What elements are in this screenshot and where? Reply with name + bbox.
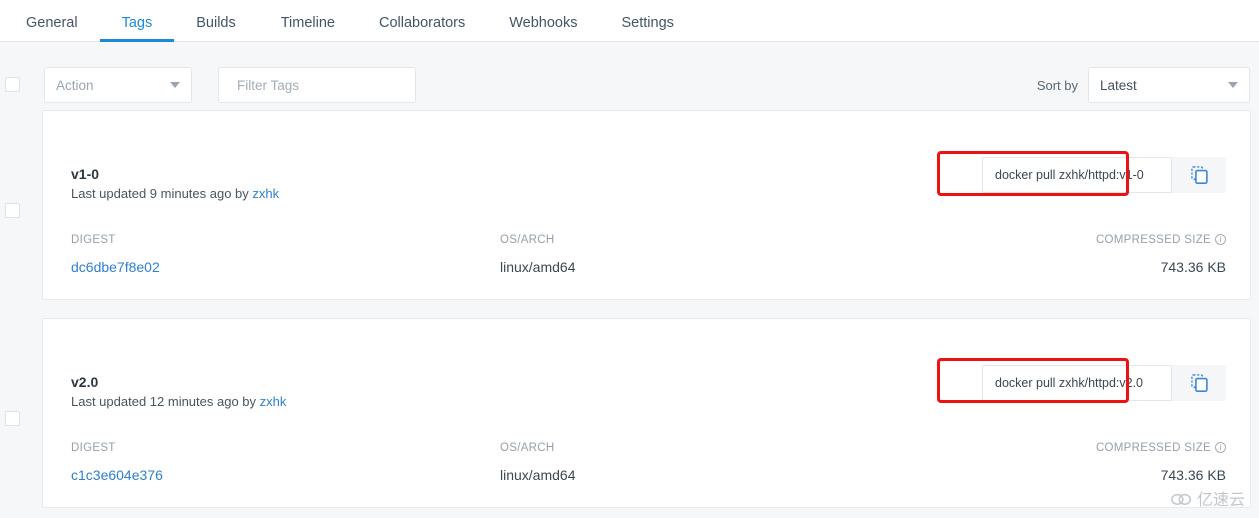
tag-updated-by-link[interactable]: zxhk (252, 186, 279, 201)
pull-command-field[interactable]: docker pull zxhk/httpd:v2.0 (982, 365, 1172, 401)
sort-by-label: Sort by (1036, 77, 1078, 93)
sort-dropdown[interactable]: Latest (1088, 67, 1250, 103)
chevron-down-icon (170, 82, 180, 88)
tab-tags[interactable]: Tags (99, 15, 174, 42)
compressed-size-value: 743.36 KB (1160, 259, 1226, 275)
tag-name: v1-0 (71, 166, 100, 182)
repository-tab-bar: General Tags Builds Timeline Collaborators We… (0, 0, 1259, 42)
os-arch-column-header: OS/ARCH (500, 234, 555, 246)
watermark: 亿速云 (1171, 486, 1245, 510)
digest-value[interactable]: c1c3e604e376 (71, 467, 163, 483)
action-dropdown-label: Action (56, 77, 94, 93)
select-all-checkbox[interactable] (5, 77, 20, 92)
copy-pull-command-button[interactable] (1172, 157, 1226, 193)
info-icon[interactable]: i (1215, 234, 1226, 245)
sort-dropdown-value: Latest (1100, 77, 1137, 93)
tag-name: v2.0 (71, 374, 99, 390)
digest-column-header: DIGEST (71, 442, 116, 454)
tag-updated-text: Last updated 9 minutes ago by (71, 186, 253, 201)
tab-builds[interactable]: Builds (196, 15, 236, 42)
copy-pull-command-button[interactable] (1172, 365, 1226, 401)
os-arch-value: linux/amd64 (500, 467, 576, 483)
pull-command-group: docker pull zxhk/httpd:v2.0 (982, 365, 1226, 401)
filter-tags-box[interactable] (218, 67, 416, 103)
tag-updated-by-link[interactable]: zxhk (260, 394, 287, 409)
sort-control: Sort by Latest (1037, 67, 1250, 103)
tab-collaborators[interactable]: Collaborators (379, 15, 465, 42)
tag-updated: Last updated 9 minutes ago by zxhk (71, 186, 279, 201)
cloud-icon (1171, 493, 1191, 505)
os-arch-value: linux/amd64 (500, 259, 576, 275)
filter-tags-input[interactable] (237, 77, 414, 93)
pull-command-group: docker pull zxhk/httpd:v1-0 (982, 157, 1226, 193)
compressed-size-label: COMPRESSED SIZE (1095, 234, 1211, 246)
tag-row: v1-0 Last updated 9 minutes ago by zxhk do… (42, 110, 1251, 300)
tab-settings[interactable]: Settings (622, 15, 674, 42)
tab-general[interactable]: General (26, 15, 78, 42)
compressed-size-column-header: COMPRESSED SIZE i (1096, 234, 1226, 246)
tag-row-checkbox[interactable] (5, 203, 20, 218)
tag-row: v2.0 Last updated 12 minutes ago by zxhk d… (42, 318, 1251, 508)
tag-updated: Last updated 12 minutes ago by zxhk (71, 394, 286, 409)
watermark-text: 亿速云 (1196, 490, 1245, 509)
copy-icon (1190, 166, 1208, 184)
pull-command-field[interactable]: docker pull zxhk/httpd:v1-0 (982, 157, 1172, 193)
info-icon[interactable]: i (1215, 442, 1226, 453)
tag-row-checkbox[interactable] (5, 411, 20, 426)
os-arch-column-header: OS/ARCH (500, 442, 555, 454)
compressed-size-value: 743.36 KB (1160, 467, 1226, 483)
tags-toolbar: Action Sort by Latest (0, 67, 1259, 103)
copy-icon (1190, 374, 1208, 392)
digest-value[interactable]: dc6dbe7f8e02 (71, 259, 160, 275)
chevron-down-icon (1228, 82, 1238, 88)
tab-webhooks[interactable]: Webhooks (509, 15, 577, 42)
tags-page: General Tags Builds Timeline Collaborators We… (0, 0, 1259, 518)
tag-updated-text: Last updated 12 minutes ago by (71, 394, 260, 409)
digest-column-header: DIGEST (71, 234, 116, 246)
action-dropdown[interactable]: Action (44, 67, 192, 103)
tab-timeline[interactable]: Timeline (281, 15, 335, 42)
compressed-size-column-header: COMPRESSED SIZE i (1096, 442, 1226, 454)
compressed-size-label: COMPRESSED SIZE (1095, 442, 1211, 454)
